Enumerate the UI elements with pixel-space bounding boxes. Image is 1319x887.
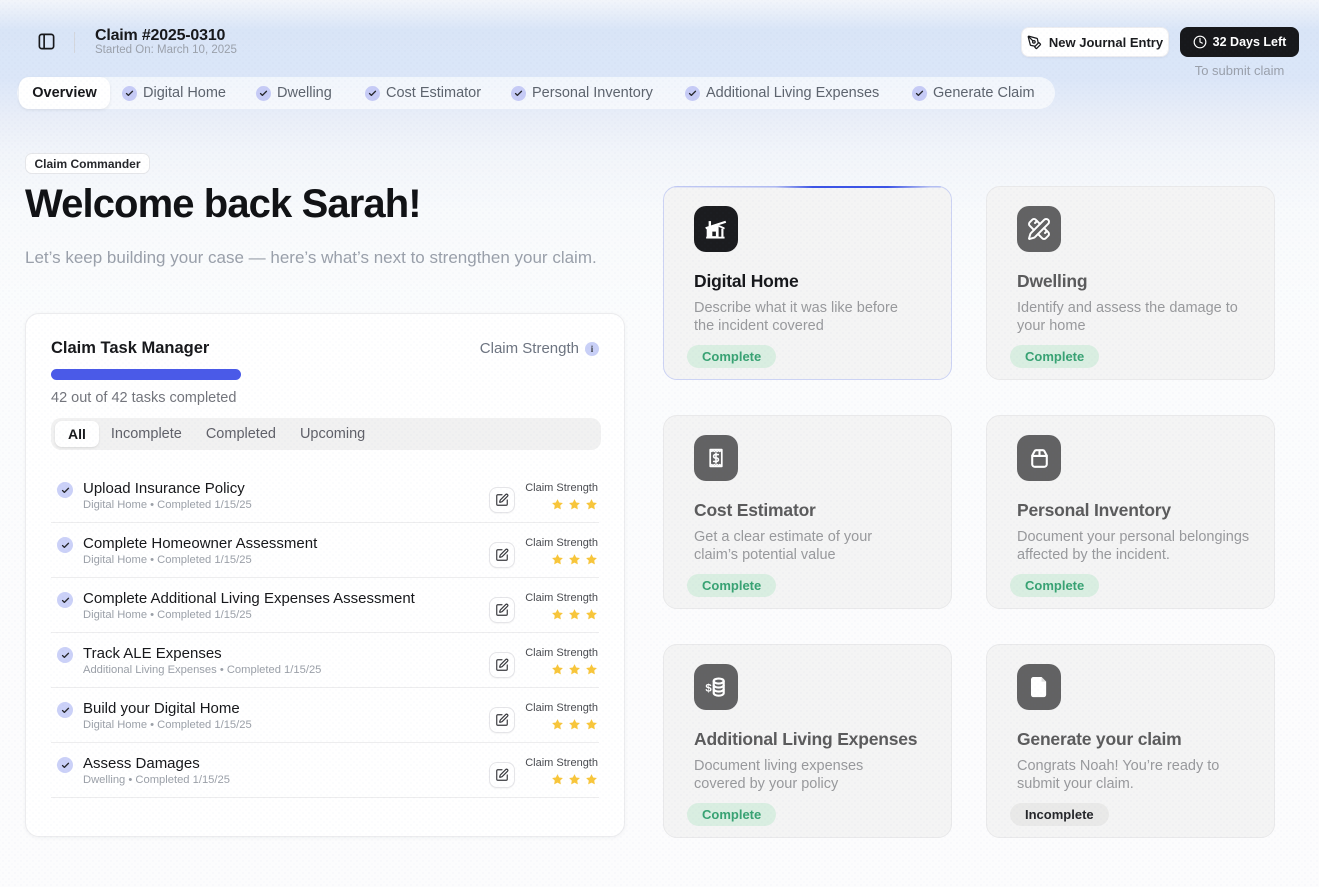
svg-text:$: $	[705, 683, 712, 695]
